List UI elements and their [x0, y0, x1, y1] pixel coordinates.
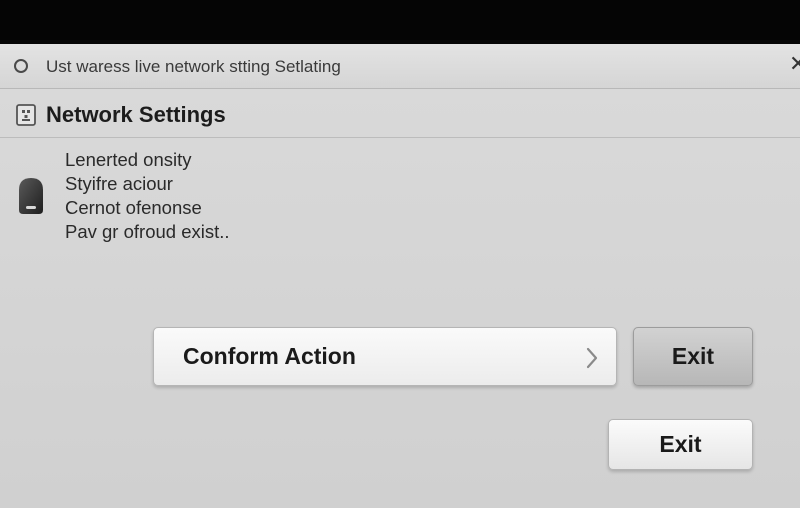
description-line: Lenerted onsity: [65, 149, 192, 170]
device-icon: [19, 178, 43, 214]
page-title: Network Settings: [46, 102, 226, 127]
description-list: Lenerted onsity Styifre aciour Cernot of…: [65, 148, 230, 244]
exit-button[interactable]: Exit: [633, 327, 753, 386]
confirm-action-button[interactable]: Conform Action: [153, 327, 617, 386]
title-bar: Ust waress live network stting Setlating…: [0, 44, 800, 89]
screen: Ust waress live network stting Setlating…: [0, 0, 800, 508]
top-bezel: [0, 0, 800, 44]
chevron-right-icon: [586, 347, 598, 369]
exit-button-secondary-label: Exit: [659, 431, 702, 457]
description-line: Pav gr ofroud exist..: [65, 221, 230, 242]
exit-button-secondary[interactable]: Exit: [608, 419, 753, 470]
confirm-action-label: Conform Action: [183, 343, 356, 369]
close-icon[interactable]: ✕: [789, 53, 800, 75]
exit-button-label: Exit: [671, 343, 715, 369]
window-title: Ust waress live network stting Setlating: [46, 57, 341, 76]
document-icon: [16, 104, 36, 126]
settings-window: Ust waress live network stting Setlating…: [0, 44, 800, 508]
circle-icon[interactable]: [14, 59, 28, 73]
description-line: Styifre aciour: [65, 173, 173, 194]
page-header: Network Settings: [0, 90, 800, 138]
description-line: Cernot ofenonse: [65, 197, 202, 218]
